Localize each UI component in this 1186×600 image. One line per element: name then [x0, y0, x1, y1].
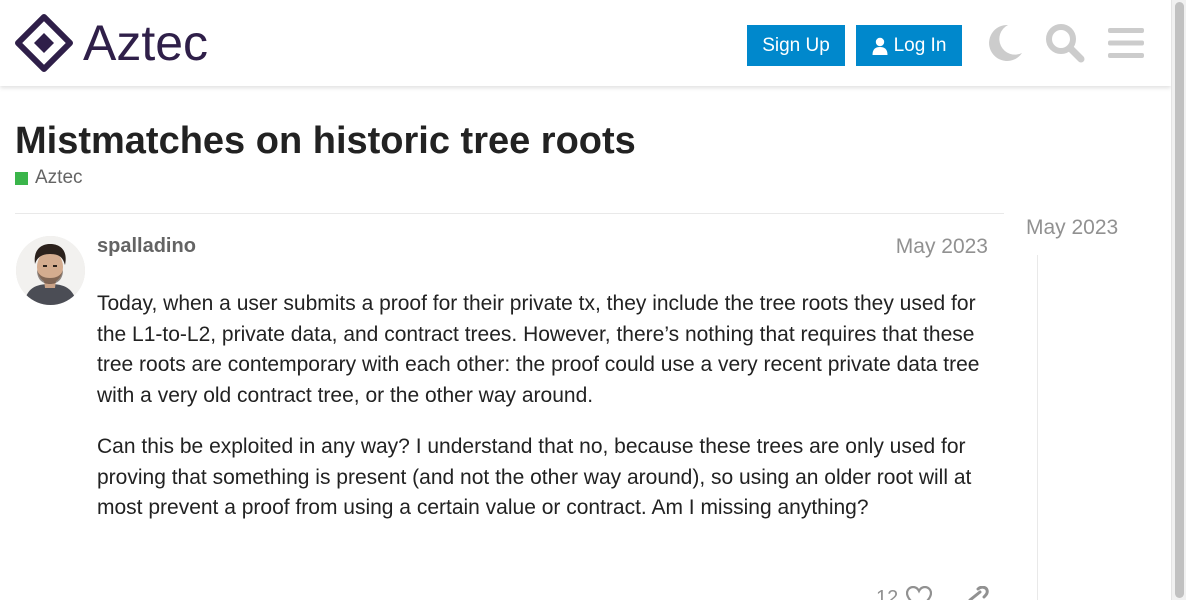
- log-in-label: Log In: [893, 34, 947, 56]
- like-count[interactable]: 12: [876, 587, 898, 600]
- avatar-image: [16, 236, 85, 305]
- post-actions: 12: [876, 586, 990, 600]
- category-name: Aztec: [35, 167, 83, 188]
- log-in-button[interactable]: Log In: [856, 25, 962, 66]
- page: Aztec Sign Up Log In Mistmatches on hist…: [0, 0, 1186, 600]
- category-badge[interactable]: Aztec: [15, 167, 83, 189]
- heart-icon[interactable]: [906, 586, 933, 600]
- avatar[interactable]: [16, 236, 85, 305]
- logo-text: Aztec: [83, 15, 209, 71]
- post-paragraph: Today, when a user submits a proof for t…: [97, 292, 980, 407]
- post-author-username[interactable]: spalladino: [97, 235, 196, 258]
- title-divider: [15, 213, 1004, 214]
- search-icon: [1046, 24, 1085, 63]
- timeline-date[interactable]: May 2023: [1026, 216, 1118, 240]
- site-header: Aztec Sign Up Log In: [0, 0, 1171, 86]
- sign-up-button[interactable]: Sign Up: [747, 25, 845, 66]
- topic-title: Mistmatches on historic tree roots: [15, 120, 636, 162]
- link-icon[interactable]: [960, 586, 990, 600]
- post-paragraph: Can this be exploited in any way? I unde…: [97, 435, 972, 519]
- hamburger-menu-button[interactable]: [1104, 20, 1148, 66]
- post-date[interactable]: May 2023: [896, 235, 988, 259]
- search-button[interactable]: [1043, 20, 1087, 66]
- aztec-logo-icon: [15, 14, 73, 72]
- post-body: Today, when a user submits a proof for t…: [97, 289, 997, 545]
- moon-icon: [989, 24, 1022, 61]
- timeline-rail[interactable]: [1037, 255, 1038, 600]
- user-icon: [872, 37, 888, 55]
- hamburger-menu-icon: [1108, 28, 1144, 58]
- category-color-swatch: [15, 171, 28, 185]
- scrollbar-thumb[interactable]: [1175, 2, 1184, 598]
- theme-toggle-button[interactable]: [982, 20, 1026, 66]
- vertical-scrollbar[interactable]: [1171, 0, 1186, 600]
- site-logo[interactable]: Aztec: [15, 14, 208, 72]
